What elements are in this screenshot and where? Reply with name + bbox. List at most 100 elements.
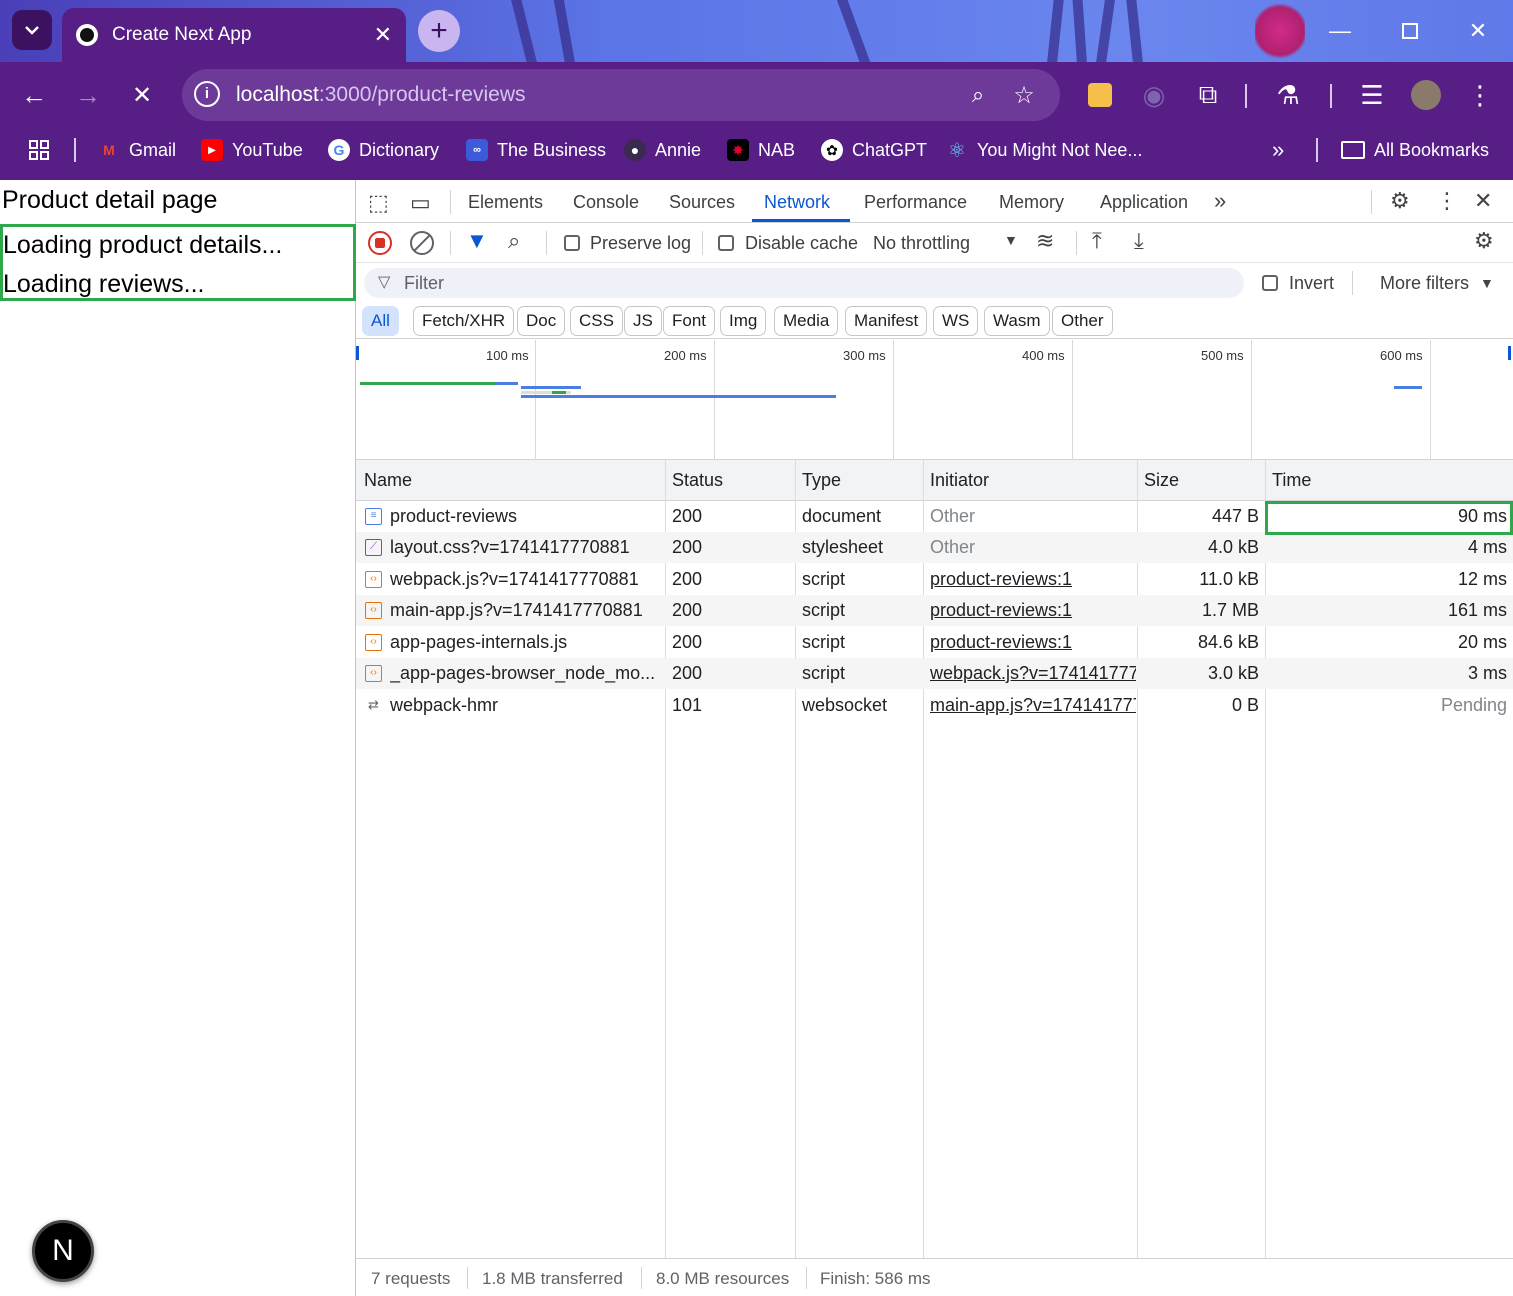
request-type: script (802, 600, 846, 620)
bookmark-nab[interactable]: ✸ NAB (727, 128, 795, 172)
bookmark-annie[interactable]: ● Annie (624, 128, 701, 172)
bookmark-gmail[interactable]: M Gmail (98, 128, 176, 172)
type-filter-doc[interactable]: Doc (517, 306, 566, 336)
more-filters-button[interactable]: More filters (1380, 273, 1469, 294)
invert-checkbox[interactable] (1262, 275, 1278, 291)
search-icon[interactable]: ⌕ (508, 228, 520, 254)
type-filter-wasm[interactable]: Wasm (984, 306, 1050, 336)
close-window-button[interactable]: ✕ (1444, 0, 1512, 62)
extensions-puzzle-icon[interactable]: ⧉ (1188, 75, 1228, 115)
tab-sources[interactable]: Sources (669, 192, 735, 213)
more-filters-dropdown-icon[interactable]: ▼ (1480, 275, 1494, 291)
table-row[interactable]: ⟋ layout.css?v=1741417770881 200 stylesh… (356, 532, 1513, 563)
request-status: 101 (672, 695, 703, 715)
bookmark-chatgpt[interactable]: ✿ ChatGPT (821, 128, 927, 172)
device-toolbar-icon[interactable]: ▭ (410, 190, 431, 216)
tab-network[interactable]: Network (764, 192, 830, 213)
column-size[interactable]: Size (1144, 470, 1179, 491)
devtools-menu-icon[interactable]: ⋮ (1436, 188, 1458, 214)
bookmark-youtube[interactable]: ▶ YouTube (201, 128, 303, 172)
type-filter-img[interactable]: Img (720, 306, 767, 336)
filter-funnel-icon[interactable]: ▼ (466, 228, 488, 254)
close-devtools-icon[interactable]: ✕ (1474, 188, 1492, 214)
record-stop-icon[interactable] (368, 231, 392, 255)
apps-grid-icon[interactable] (28, 128, 50, 172)
type-filter-ws[interactable]: WS (933, 306, 979, 336)
request-initiator-link[interactable]: main-app.js?v=174141777 (930, 695, 1136, 716)
import-har-icon[interactable]: ⤒ (1092, 228, 1102, 254)
disable-cache-checkbox[interactable] (718, 235, 734, 251)
labs-flask-icon[interactable]: ⚗ (1268, 75, 1308, 115)
type-filter-font[interactable]: Font (663, 306, 716, 336)
close-tab-icon[interactable]: ✕ (374, 22, 392, 48)
preserve-log-checkbox[interactable] (564, 235, 580, 251)
forward-icon[interactable]: → (68, 75, 108, 115)
throttling-dropdown-icon[interactable]: ▼ (1004, 232, 1018, 248)
type-filter-js[interactable]: JS (624, 306, 662, 336)
tab-search-button[interactable] (12, 10, 52, 50)
timeline-start-handle[interactable] (356, 346, 359, 360)
timeline-bar (521, 386, 581, 389)
extension-circle-icon[interactable]: ◉ (1134, 75, 1174, 115)
nextjs-dev-badge[interactable]: N (32, 1220, 94, 1282)
bookmark-you-might-not-need[interactable]: ⚛ You Might Not Nee... (946, 128, 1142, 172)
url-text[interactable]: localhost:3000/product-reviews (236, 83, 526, 107)
column-name[interactable]: Name (364, 470, 412, 491)
column-type[interactable]: Type (802, 470, 841, 491)
request-initiator-link[interactable]: product-reviews:1 (930, 600, 1136, 621)
type-filter-media[interactable]: Media (774, 306, 839, 336)
browser-tab-active[interactable]: Create Next App ✕ (62, 8, 406, 62)
request-name: layout.css?v=1741417770881 (390, 537, 630, 557)
bookmark-dictionary[interactable]: G Dictionary (328, 128, 439, 172)
maximize-button[interactable] (1376, 0, 1444, 62)
media-queue-icon[interactable]: ☰ (1352, 75, 1392, 115)
bookmark-star-icon[interactable]: ☆ (1004, 75, 1044, 115)
type-filter-all[interactable]: All (362, 306, 399, 336)
column-time[interactable]: Time (1272, 470, 1311, 491)
more-bookmarks-chevron-icon[interactable]: » (1272, 128, 1284, 172)
column-status[interactable]: Status (672, 470, 723, 491)
column-initiator[interactable]: Initiator (930, 470, 989, 491)
extension-notes-icon[interactable] (1080, 75, 1120, 115)
tab-elements[interactable]: Elements (468, 192, 543, 213)
network-overview-timeline[interactable]: 100 ms 200 ms 300 ms 400 ms 500 ms 600 m… (356, 340, 1513, 460)
network-conditions-icon[interactable]: ≋ (1036, 228, 1054, 254)
type-filter-manifest[interactable]: Manifest (845, 306, 928, 336)
stop-loading-icon[interactable]: ✕ (122, 75, 162, 115)
tab-performance[interactable]: Performance (864, 192, 967, 213)
request-initiator-link[interactable]: webpack.js?v=174141777( (930, 663, 1136, 684)
more-tabs-chevron-icon[interactable]: » (1214, 188, 1226, 214)
throttling-select[interactable]: No throttling (873, 233, 970, 254)
tab-application[interactable]: Application (1100, 192, 1188, 213)
type-filter-other[interactable]: Other (1052, 306, 1113, 336)
table-row[interactable]: ‹› app-pages-internals.js 200 script pro… (356, 627, 1513, 658)
type-filter-fetch-xhr[interactable]: Fetch/XHR (413, 306, 515, 336)
table-row[interactable]: ‹› _app-pages-browser_node_mo... 200 scr… (356, 658, 1513, 689)
request-initiator-link[interactable]: product-reviews:1 (930, 632, 1136, 653)
back-icon[interactable]: ← (14, 75, 54, 115)
inspect-element-icon[interactable]: ⬚ (368, 190, 389, 216)
minimize-button[interactable]: — (1306, 0, 1374, 62)
clear-icon[interactable] (410, 231, 434, 255)
request-size: 447 B (1211, 506, 1259, 526)
zoom-icon[interactable]: ⌕ (958, 75, 998, 115)
table-row[interactable]: ‹› main-app.js?v=1741417770881 200 scrip… (356, 595, 1513, 626)
address-bar[interactable]: i localhost:3000/product-reviews ⌕ ☆ (182, 69, 1060, 121)
type-filter-css[interactable]: CSS (570, 306, 623, 336)
network-settings-gear-icon[interactable]: ⚙ (1474, 228, 1494, 254)
profile-avatar[interactable] (1406, 75, 1446, 115)
menu-kebab-icon[interactable]: ⋮ (1460, 75, 1500, 115)
table-row[interactable]: ‹› webpack.js?v=1741417770881 200 script… (356, 564, 1513, 595)
export-har-icon[interactable]: ⤓ (1134, 228, 1144, 254)
tab-memory[interactable]: Memory (999, 192, 1064, 213)
request-initiator-link[interactable]: product-reviews:1 (930, 569, 1136, 590)
table-row[interactable]: ⇄ webpack-hmr 101 websocket main-app.js?… (356, 690, 1513, 721)
filter-input[interactable]: ▽ Filter (364, 268, 1244, 298)
tab-console[interactable]: Console (573, 192, 639, 213)
timeline-end-handle[interactable] (1508, 346, 1511, 360)
settings-gear-icon[interactable]: ⚙ (1390, 188, 1410, 214)
new-tab-button[interactable]: + (418, 10, 460, 52)
bookmark-the-business[interactable]: ∞ The Business (466, 128, 606, 172)
all-bookmarks[interactable]: All Bookmarks (1341, 128, 1489, 172)
site-info-icon[interactable]: i (194, 81, 220, 107)
